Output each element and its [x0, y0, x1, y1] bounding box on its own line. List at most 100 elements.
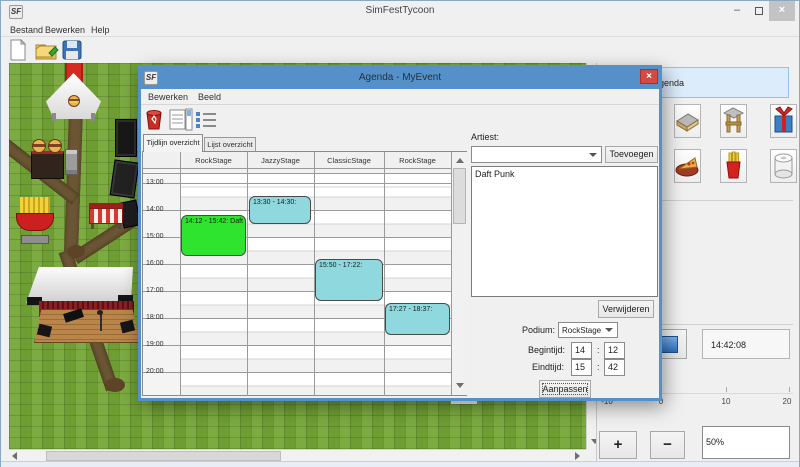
chevron-down-icon [605, 328, 613, 332]
scroll-up-arrow[interactable] [456, 158, 464, 163]
stand-leg [91, 224, 94, 229]
timeline-view-icon [169, 108, 193, 131]
dialog-menubar: Bewerken Beeld [141, 89, 659, 105]
fries-stand[interactable] [16, 197, 54, 247]
new-file-button[interactable] [7, 39, 31, 62]
end-minute-input[interactable]: 42 [604, 359, 625, 376]
menu-bewerken[interactable]: Bewerken [45, 25, 85, 35]
time-separator: : [597, 345, 600, 355]
column-header: JazzyStage [247, 152, 314, 169]
play-icon [661, 336, 678, 353]
mic-stand [100, 313, 102, 331]
food-tent[interactable] [46, 73, 101, 119]
start-hour-input[interactable]: 14 [571, 342, 592, 359]
build-pizza-button[interactable] [674, 149, 701, 183]
column-divider [384, 152, 385, 396]
scroll-right-arrow[interactable] [575, 452, 580, 460]
speaker-stack[interactable] [115, 119, 137, 157]
build-fries-button[interactable] [720, 149, 747, 183]
slider-tick-label: 20 [783, 397, 792, 406]
open-folder-icon [35, 39, 61, 61]
pallet [21, 235, 49, 244]
artist-listbox[interactable]: Daft Punk [471, 166, 658, 297]
build-road-button[interactable] [674, 104, 701, 138]
event-block[interactable]: 13:30 - 14:30: [249, 196, 311, 224]
build-gift-button[interactable] [770, 104, 797, 138]
tab-lijst-overzicht[interactable]: Lijst overzicht [204, 137, 256, 152]
column-divider [180, 152, 181, 396]
menu-bestand[interactable]: Bestand [10, 25, 43, 35]
open-file-button[interactable] [35, 39, 59, 62]
slider-tick-mark [789, 387, 790, 392]
column-header: RockStage [384, 152, 451, 169]
artist-combobox[interactable] [471, 146, 602, 163]
remove-artist-button[interactable]: Verwijderen [598, 300, 654, 318]
tent-leg [91, 113, 95, 121]
minimize-button[interactable]: – [727, 1, 747, 21]
zoom-in-button[interactable]: + [599, 431, 637, 459]
event-block[interactable]: 15:50 - 17:22: [315, 259, 383, 301]
close-button[interactable]: × [769, 1, 795, 21]
event-block[interactable]: 17:27 - 18:37: [385, 303, 450, 335]
tab-tijdlijn-overzicht[interactable]: Tijdlijn overzicht [143, 134, 203, 152]
timeline-view-button[interactable] [169, 108, 193, 131]
hour-label: 16:00 [146, 260, 164, 267]
road-tile-icon [675, 105, 700, 137]
build-scaffold-button[interactable] [720, 104, 747, 138]
tent-leg [52, 113, 56, 121]
start-minute-input[interactable]: 12 [604, 342, 625, 359]
stand-base [31, 151, 64, 179]
trash-icon [144, 108, 164, 131]
mic [97, 310, 103, 315]
burger [32, 139, 46, 153]
speaker-stack[interactable] [110, 159, 140, 198]
scroll-left-arrow[interactable] [12, 452, 17, 460]
clock-display: 14:42:08 [702, 329, 790, 359]
hour-label: 19:00 [146, 341, 164, 348]
artist-list-item[interactable]: Daft Punk [472, 167, 657, 181]
zoom-level-field[interactable]: 50% [702, 426, 790, 459]
burger-stand[interactable] [31, 139, 64, 179]
path-junction [67, 245, 85, 258]
hour-label: 15:00 [146, 233, 164, 240]
dialog-close-button[interactable]: × [640, 69, 658, 84]
start-time-label: Begintijd: [528, 345, 565, 355]
save-button[interactable] [61, 39, 85, 62]
end-hour-input[interactable]: 15 [571, 359, 592, 376]
vscroll-thumb[interactable] [453, 168, 466, 224]
list-view-icon [194, 108, 218, 131]
podium-combobox[interactable]: RockStage [558, 322, 618, 338]
hour-label: 18:00 [146, 314, 164, 321]
maximize-button[interactable] [749, 1, 769, 21]
new-document-icon [7, 39, 29, 61]
status-strip [1, 461, 799, 467]
stage[interactable] [26, 267, 133, 345]
dialog-menu-beeld[interactable]: Beeld [198, 92, 221, 102]
event-block-selected[interactable]: 14:12 - 15:42: Daft P [181, 215, 246, 256]
build-toilet-button[interactable] [770, 149, 797, 183]
chevron-down-icon [589, 153, 597, 157]
dialog-titlebar: SF Agenda - MyEvent × [141, 68, 659, 89]
fries-basket [16, 213, 54, 231]
timeline-scrollbar[interactable] [451, 152, 467, 395]
add-artist-button[interactable]: Toevoegen [605, 146, 658, 163]
map-hscrollbar[interactable] [9, 449, 586, 461]
metal-table[interactable] [65, 149, 78, 175]
dialog-menu-bewerken[interactable]: Bewerken [148, 92, 188, 102]
scroll-down-arrow[interactable] [456, 383, 464, 388]
menu-help[interactable]: Help [91, 25, 110, 35]
save-floppy-icon [61, 39, 83, 61]
delete-event-button[interactable] [144, 108, 166, 131]
zoom-out-button[interactable]: − [650, 431, 685, 459]
popcorn-stand[interactable] [89, 203, 123, 229]
apply-button[interactable]: Aanpassen [539, 380, 591, 398]
hscroll-thumb[interactable] [46, 451, 281, 461]
burger-logo [68, 95, 80, 107]
scaffold-stage-icon [721, 105, 746, 137]
list-view-button[interactable] [194, 108, 218, 131]
column-divider [247, 152, 248, 396]
burger [48, 139, 62, 153]
column-header: RockStage [180, 152, 247, 169]
dialog-title: Agenda - MyEvent [141, 72, 659, 83]
pizza-icon [675, 150, 700, 182]
